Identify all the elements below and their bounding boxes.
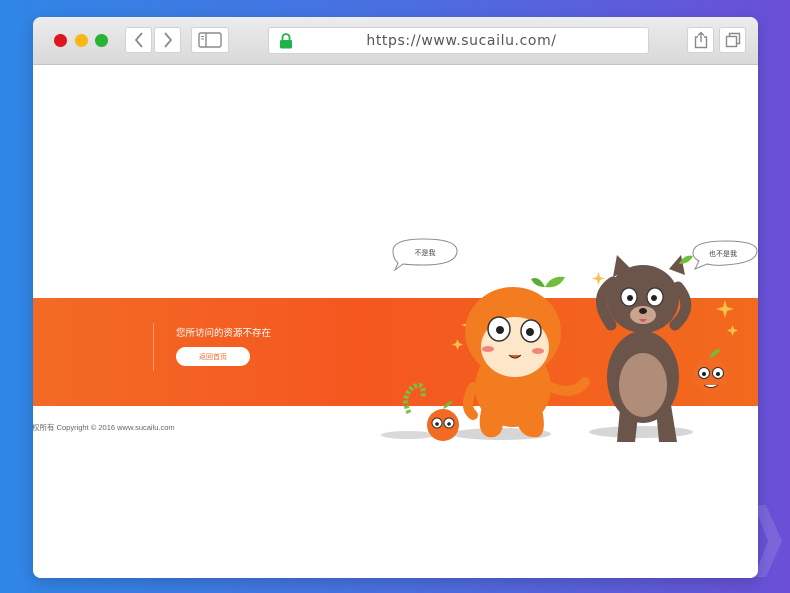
url-text: https://www.sucailu.com/ [366, 33, 557, 49]
speech-bubble-right: 也不是我 [692, 240, 758, 270]
sidebar-toggle-button[interactable] [191, 27, 229, 53]
close-window-button[interactable] [54, 34, 67, 47]
address-bar[interactable]: https://www.sucailu.com/ [268, 27, 649, 54]
sidebar-icon [198, 32, 222, 48]
back-icon [134, 32, 143, 48]
error-message: 您所访问的资源不存在 [176, 328, 272, 339]
copyright-footer: 权所有 Copyright © 2016 www.sucailu.com [33, 423, 175, 432]
share-button[interactable] [687, 27, 714, 53]
browser-toolbar: https://www.sucailu.com/ [33, 17, 758, 65]
tabs-icon [725, 32, 740, 48]
return-home-button[interactable]: 返回首页 [176, 347, 250, 366]
maximize-window-button[interactable] [95, 34, 108, 47]
small-orange-right-character [694, 349, 728, 392]
banner-divider [153, 323, 154, 371]
share-icon [694, 31, 707, 49]
speech-bubble-left: 不是我 [392, 238, 458, 272]
tabs-button[interactable] [719, 27, 746, 53]
cartoon-illustration: 不是我 也不是我 [381, 238, 758, 442]
page-viewport: 您所访问的资源不存在 返回首页 权所有 Copyright © 2016 www… [33, 65, 758, 578]
minimize-window-button[interactable] [75, 34, 88, 47]
back-button[interactable] [125, 27, 152, 53]
forward-button[interactable] [154, 27, 181, 53]
speech-bubble-left-text: 不是我 [415, 248, 436, 257]
browser-window: https://www.sucailu.com/ 您所访问的资源不存在 返回首页… [33, 17, 758, 578]
bear-character [596, 255, 693, 442]
forward-icon [163, 32, 172, 48]
speech-bubble-right-text: 也不是我 [709, 249, 737, 258]
background-chevron-decoration [754, 505, 782, 577]
orange-character [463, 276, 590, 438]
